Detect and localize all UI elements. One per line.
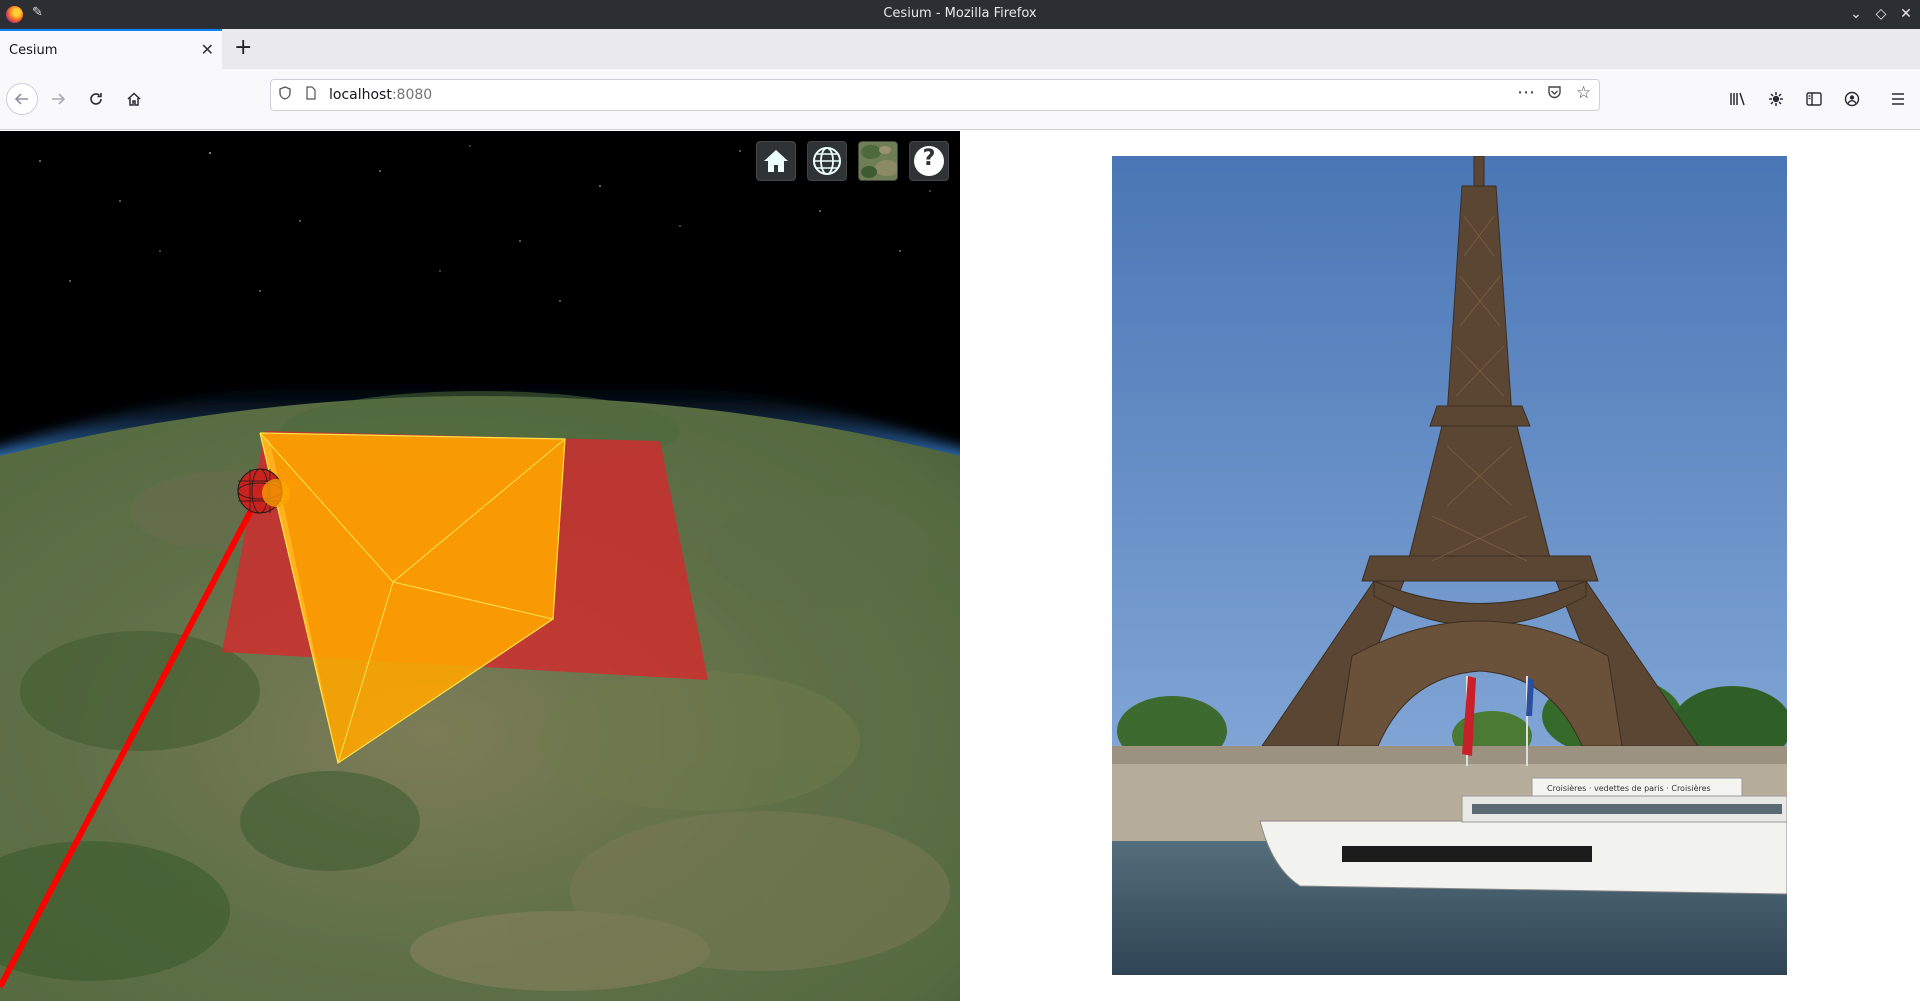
library-icon[interactable]: [1724, 85, 1752, 113]
tab-cesium[interactable]: Cesium ✕: [0, 29, 222, 69]
imagery-picker-icon: [859, 142, 897, 180]
window-title: Cesium - Mozilla Firefox: [883, 6, 1037, 21]
cesium-toolbar: ?: [756, 141, 950, 183]
home-button[interactable]: [756, 141, 796, 181]
minimize-icon[interactable]: ⌄: [1846, 4, 1866, 24]
bookmark-star-icon[interactable]: ☆: [1576, 83, 1591, 103]
reload-icon[interactable]: [82, 85, 110, 113]
globe-scene[interactable]: [0, 131, 960, 1001]
eiffel-tower-photo: Croisières · vedettes de paris · Croisiè…: [1112, 156, 1787, 975]
tab-strip: Cesium ✕ +: [0, 29, 1920, 69]
extensions-icon[interactable]: [1762, 85, 1790, 113]
home-icon: [764, 150, 788, 172]
boat-sign: Croisières · vedettes de paris · Croisiè…: [1547, 783, 1711, 793]
help-label: ?: [922, 146, 936, 171]
page-actions-icon[interactable]: ⋯: [1517, 82, 1535, 103]
tab-close-icon[interactable]: ✕: [201, 40, 214, 59]
tracking-protection-icon[interactable]: [279, 86, 291, 104]
url-bar[interactable]: localhost:8080 ⋯ ☆: [270, 79, 1600, 111]
forward-icon[interactable]: [44, 85, 72, 113]
globe-icon: [813, 147, 841, 175]
menu-icon[interactable]: [1884, 85, 1912, 113]
sidebar-icon[interactable]: [1800, 85, 1828, 113]
url-text: localhost:8080: [329, 87, 432, 103]
back-icon[interactable]: [6, 83, 38, 115]
url-port: :8080: [391, 87, 433, 103]
account-icon[interactable]: [1838, 85, 1866, 113]
new-tab-icon[interactable]: +: [234, 35, 252, 61]
nav-toolbar: localhost:8080 ⋯ ☆: [0, 69, 1920, 130]
scene-mode-button[interactable]: [807, 141, 847, 181]
tab-label: Cesium: [9, 43, 58, 58]
help-button[interactable]: ?: [909, 141, 949, 181]
pocket-icon[interactable]: [1547, 85, 1562, 104]
page-info-icon[interactable]: [305, 86, 317, 104]
close-icon[interactable]: ✕: [1896, 4, 1916, 24]
base-layer-picker-button[interactable]: [858, 141, 898, 181]
quay-upper: [1112, 746, 1787, 764]
window-titlebar: ✎ Cesium - Mozilla Firefox ⌄ ◇ ✕: [0, 0, 1920, 29]
cesium-viewer[interactable]: ?: [0, 131, 960, 1001]
maximize-icon[interactable]: ◇: [1871, 4, 1891, 24]
home-icon[interactable]: [120, 85, 148, 113]
url-host: localhost: [329, 87, 392, 103]
